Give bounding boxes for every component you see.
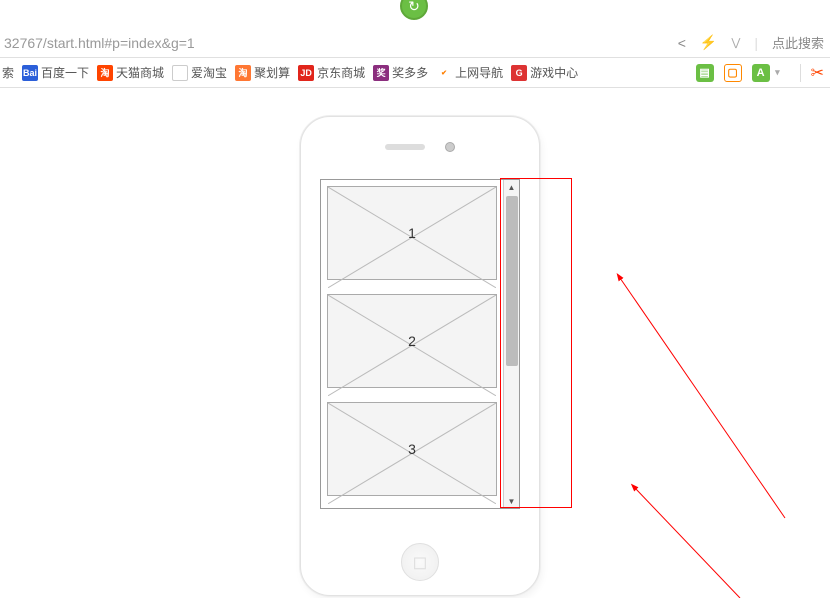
bookmark-item-game[interactable]: G 游戏中心 [511,64,578,81]
lightning-icon[interactable]: ⚡ [700,34,717,51]
bookmark-label: 京东商城 [317,64,365,81]
aitaobao-icon [172,65,188,81]
phone-speaker [385,144,425,150]
bookmark-label: 聚划算 [254,64,290,81]
phone-top [301,117,539,177]
list-item[interactable]: 2 [327,294,497,388]
scroll-down-icon[interactable]: ▼ [504,494,519,508]
bookmark-label: 百度一下 [41,64,89,81]
card-number: 1 [408,225,416,241]
bookmark-item-juhuasuan[interactable]: 淘 聚划算 [235,64,290,81]
jd-icon: JD [298,65,314,81]
list-item[interactable]: 1 [327,186,497,280]
bookmark-label: 奖多多 [392,64,428,81]
card-number: 2 [408,333,416,349]
bookmark-item-aitaobao[interactable]: 爱淘宝 [172,64,227,81]
bookmark-item-hao[interactable]: ✔ 上网导航 [436,64,503,81]
bookmark-label: 上网导航 [455,64,503,81]
juhuasuan-icon: 淘 [235,65,251,81]
scissor-icon[interactable]: ✂ [811,63,824,83]
bookmark-item-jiang[interactable]: 奖 奖多多 [373,64,428,81]
search-input[interactable]: 点此搜索 [772,33,824,52]
bookmark-bar: 索 Bai 百度一下 淘 天猫商城 爱淘宝 淘 聚划算 JD 京东商城 奖 奖多… [0,58,830,88]
extension-icons: ▤ ▢ A ✂ [696,63,824,83]
screen-list[interactable]: 1 2 3 [321,180,503,508]
bookmark-item-baidu[interactable]: Bai 百度一下 [22,64,89,81]
bookmark-item-jd[interactable]: JD 京东商城 [298,64,365,81]
phone-mockup: 1 2 3 ▲ ▼ ◻ [300,116,540,596]
page-canvas: 1 2 3 ▲ ▼ ◻ [0,88,830,598]
home-button[interactable]: ◻ [401,543,439,581]
address-bar: 32767/start.html#p=index&g=1 < ⚡ ⋁ | 点此搜… [0,28,830,58]
share-icon[interactable]: < [678,35,686,51]
ext-book-icon[interactable]: ▤ [696,64,714,82]
card-number: 3 [408,441,416,457]
divider [800,64,801,82]
url-text[interactable]: 32767/start.html#p=index&g=1 [4,35,195,51]
bookmark-label: 爱淘宝 [191,64,227,81]
ext-tv-icon[interactable]: ▢ [724,64,742,82]
tab-refresh-icon[interactable]: ↻ [400,0,428,20]
list-item[interactable]: 3 [327,402,497,496]
hao-icon: ✔ [436,65,452,81]
baidu-icon: Bai [22,65,38,81]
game-icon: G [511,65,527,81]
bookmark-label: 索 [2,64,14,81]
ext-translate-icon[interactable]: A [752,64,770,82]
chevron-down-icon[interactable]: ⋁ [731,36,740,49]
address-bar-right: < ⚡ ⋁ | 点此搜索 [678,33,824,52]
tmall-icon: 淘 [97,65,113,81]
scroll-up-icon[interactable]: ▲ [504,180,519,194]
phone-screen: 1 2 3 ▲ ▼ [320,179,520,509]
bookmark-item-tmall[interactable]: 淘 天猫商城 [97,64,164,81]
jiang-icon: 奖 [373,65,389,81]
bookmark-label: 天猫商城 [116,64,164,81]
phone-camera [445,142,455,152]
bookmark-item[interactable]: 索 [2,64,14,81]
scroll-thumb[interactable] [506,196,518,366]
scrollbar[interactable]: ▲ ▼ [503,180,519,508]
bookmark-label: 游戏中心 [530,64,578,81]
